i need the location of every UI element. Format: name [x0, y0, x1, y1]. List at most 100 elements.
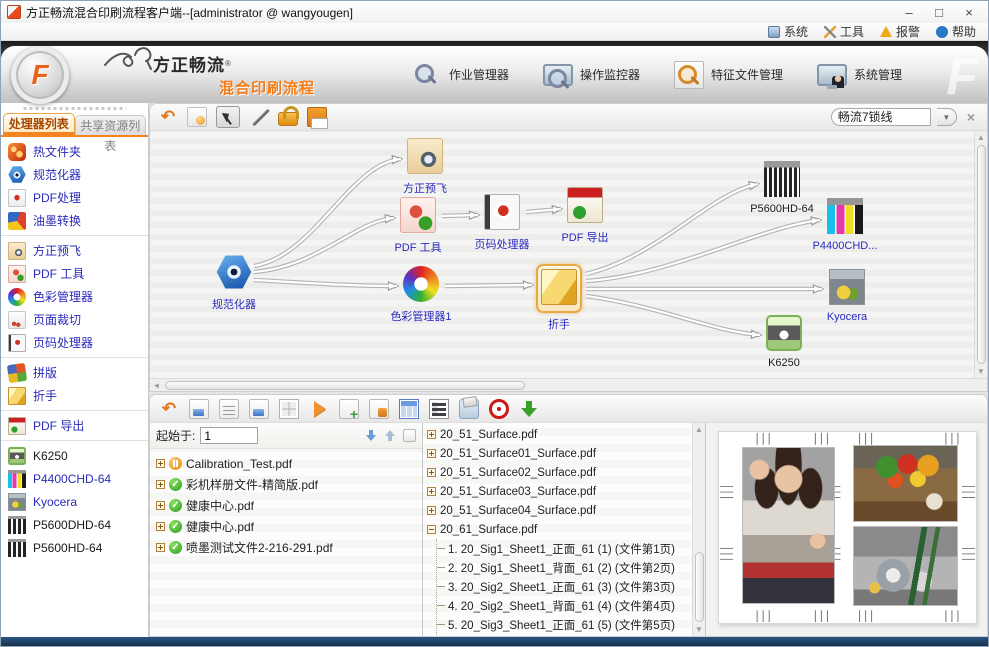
sidebar-item-printer-p5600d[interactable]: P5600DHD-64 [1, 513, 148, 536]
menu-tools[interactable]: 工具 [824, 23, 864, 40]
canvas-tool-line-icon[interactable] [249, 107, 269, 127]
canvas-tool-lock-icon[interactable] [278, 112, 298, 126]
sidebar-item-page-number[interactable]: 页码处理器 [1, 331, 148, 354]
tab-shared-resource-list[interactable]: 共享资源列表 [75, 115, 147, 135]
pages-scroll-down-icon[interactable]: ▼ [693, 623, 706, 636]
sidebar-item-printer-p4400[interactable]: P4400CHD-64 [1, 467, 148, 490]
scroll-left-icon[interactable]: ◄ [150, 379, 163, 392]
sidebar-item-ink-convert[interactable]: 油墨转换 [1, 209, 148, 232]
canvas-tool-new-icon[interactable] [187, 107, 207, 127]
bottom-tool-page-lines-icon[interactable] [219, 399, 239, 419]
sidebar-item-color-manager[interactable]: 色彩管理器 [1, 285, 148, 308]
canvas-tool-cursor-icon[interactable] [216, 106, 240, 128]
nav-job-manager[interactable]: 作业管理器 [412, 61, 509, 89]
page-row[interactable]: 5. 20_Sig3_Sheet1_正面_61 (5) (文件第5页) [437, 615, 692, 634]
sidebar-item-pdf-tool[interactable]: PDF 工具 [1, 262, 148, 285]
sidebar-item-pdf-export[interactable]: PDF 导出 [1, 414, 148, 437]
minimize-button[interactable]: – [894, 5, 924, 20]
workflow-close-icon[interactable]: × [963, 109, 979, 125]
expander-icon[interactable] [427, 449, 436, 458]
workflow-node-p4400chd[interactable]: P4400CHD... [800, 198, 890, 252]
bottom-tool-table-icon[interactable] [399, 399, 419, 419]
tab-processor-list[interactable]: 处理器列表 [3, 113, 75, 135]
bottom-tool-page-blue-icon[interactable] [189, 399, 209, 419]
page-row[interactable]: 2. 20_Sig1_Sheet1_背面_61 (2) (文件第2页) [437, 558, 692, 577]
workflow-node-color-manager[interactable]: 色彩管理器1 [376, 266, 466, 324]
job-row[interactable]: Calibration_Test.pdf [152, 453, 420, 474]
page-row[interactable]: 4. 20_Sig2_Sheet1_背面_61 (4) (文件第4页) [437, 596, 692, 615]
bottom-tool-page-plus-icon[interactable] [339, 399, 359, 419]
job-row[interactable]: 彩机样册文件-精简版.pdf [152, 474, 420, 495]
sidebar-item-printer-kyocera[interactable]: Kyocera [1, 490, 148, 513]
pages-scroll-thumb[interactable] [695, 552, 704, 622]
job-row[interactable]: 健康中心.pdf [152, 516, 420, 537]
job-row[interactable]: 喷墨测试文件2-216-291.pdf [152, 537, 420, 558]
expander-icon[interactable] [427, 487, 436, 496]
sidebar-item-page-crop[interactable]: 页面裁切 [1, 308, 148, 331]
canvas-tool-undo-icon[interactable] [158, 107, 178, 127]
bottom-tool-down-icon[interactable] [519, 399, 539, 419]
workflow-node-k6250[interactable]: K6250 [739, 315, 829, 369]
workflow-node-folding[interactable]: 折手 [514, 264, 604, 332]
expander-icon[interactable] [156, 543, 165, 552]
canvas-horizontal-scrollbar[interactable]: ◄ [150, 378, 987, 391]
file-row[interactable]: 20_61_Surface.pdf [427, 520, 692, 539]
bottom-tool-page-blue2-icon[interactable] [249, 399, 269, 419]
app-logo-button[interactable]: F [11, 46, 69, 104]
workflow-node-preflight[interactable]: 方正预飞 [380, 138, 470, 196]
page-row[interactable]: 3. 20_Sig2_Sheet1_正面_61 (3) (文件第3页) [437, 577, 692, 596]
expander-icon[interactable] [427, 506, 436, 515]
file-row[interactable]: 20_51_Surface.pdf [427, 425, 692, 444]
file-row[interactable]: 20_51_Surface01_Surface.pdf [427, 444, 692, 463]
sidebar-item-pdf-process[interactable]: PDF处理 [1, 186, 148, 209]
bottom-tool-stop-icon[interactable] [489, 399, 509, 419]
menu-alarm[interactable]: 报警 [880, 23, 920, 40]
bottom-tool-undo-icon[interactable] [159, 399, 179, 419]
close-button[interactable]: × [954, 5, 984, 20]
workflow-node-pdf-tool[interactable]: PDF 工具 [373, 197, 463, 255]
expander-icon[interactable] [427, 525, 436, 534]
move-up-icon[interactable] [384, 429, 397, 442]
sidebar-item-preflight[interactable]: 方正预飞 [1, 239, 148, 262]
canvas-tool-save-icon[interactable] [307, 107, 327, 127]
preview-sheet[interactable] [718, 431, 977, 624]
expander-icon[interactable] [156, 459, 165, 468]
page-row[interactable]: 1. 20_Sig1_Sheet1_正面_61 (1) (文件第1页) [437, 539, 692, 558]
pages-scroll-up-icon[interactable]: ▲ [693, 423, 706, 436]
sidebar-item-printer-k6250[interactable]: K6250 [1, 444, 148, 467]
scroll-up-icon[interactable]: ▲ [975, 131, 988, 144]
start-at-input[interactable] [200, 427, 258, 444]
canvas-vertical-scrollbar[interactable]: ▲ ▼ [974, 131, 987, 378]
sidebar-item-hot-folder[interactable]: 热文件夹 [1, 140, 148, 163]
file-row[interactable]: 20_51_Surface04_Surface.pdf [427, 501, 692, 520]
workflow-node-normalizer[interactable]: 规范化器 [189, 254, 279, 312]
bottom-tool-package-icon[interactable] [459, 399, 479, 419]
nav-operation-monitor[interactable]: 操作监控器 [543, 61, 640, 89]
bottom-tool-play-icon[interactable] [309, 399, 329, 419]
maximize-button[interactable]: □ [924, 5, 954, 20]
sidebar-item-folding[interactable]: 折手 [1, 384, 148, 407]
expander-icon[interactable] [156, 522, 165, 531]
horizontal-scroll-thumb[interactable] [165, 381, 525, 390]
bottom-tool-page-mark-icon[interactable] [369, 399, 389, 419]
bottom-tool-layout-icon[interactable] [429, 399, 449, 419]
file-row[interactable]: 20_51_Surface03_Surface.pdf [427, 482, 692, 501]
expander-icon[interactable] [156, 480, 165, 489]
nav-system-manager[interactable]: 系统管理 [817, 61, 902, 89]
expander-icon[interactable] [427, 430, 436, 439]
workflow-combo[interactable]: 畅流7锁线 [831, 108, 931, 126]
combo-dropdown-icon[interactable]: ▼ [937, 108, 957, 126]
menu-help[interactable]: 帮助 [936, 23, 976, 40]
expander-icon[interactable] [156, 501, 165, 510]
workflow-node-page-number[interactable]: 页码处理器 [457, 194, 547, 252]
expander-icon[interactable] [427, 468, 436, 477]
scroll-down-icon[interactable]: ▼ [975, 365, 988, 378]
nav-profile-manager[interactable]: 特征文件管理 [674, 61, 783, 89]
sidebar-item-imposition[interactable]: 拼版 [1, 361, 148, 384]
pages-vertical-scrollbar[interactable]: ▲ ▼ [692, 423, 705, 636]
job-row[interactable]: 健康中心.pdf [152, 495, 420, 516]
move-down-icon[interactable] [365, 429, 378, 442]
new-page-icon[interactable] [403, 429, 416, 442]
sidebar-item-normalizer[interactable]: 规范化器 [1, 163, 148, 186]
bottom-tool-grid-icon[interactable] [279, 399, 299, 419]
